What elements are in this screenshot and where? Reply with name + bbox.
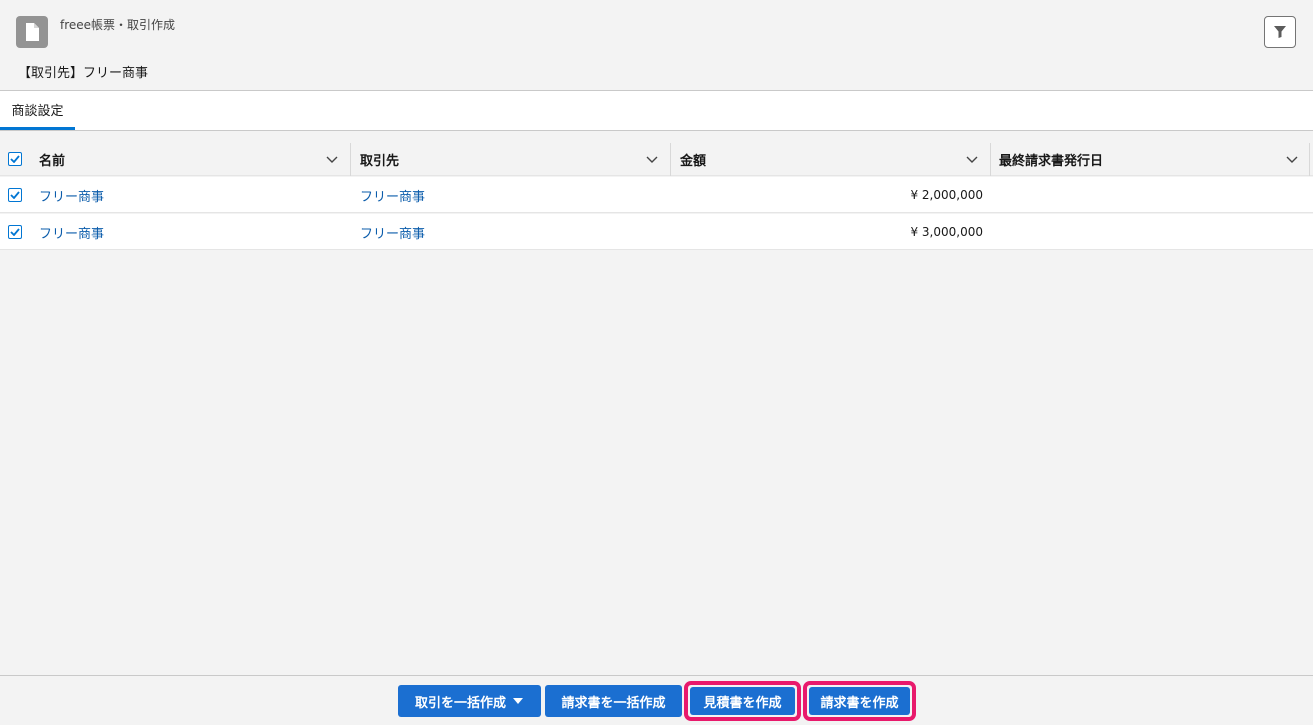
deal-name-link[interactable]: フリー商事 bbox=[39, 214, 104, 250]
account-link[interactable]: フリー商事 bbox=[360, 214, 425, 250]
deal-name-link[interactable]: フリー商事 bbox=[39, 177, 104, 213]
account-link[interactable]: フリー商事 bbox=[360, 177, 425, 213]
button-label: 請求書を作成 bbox=[820, 695, 899, 711]
document-icon bbox=[16, 16, 48, 48]
column-header-label: 最終請求書発行日 bbox=[999, 154, 1104, 169]
record-name: 【取引先】フリー商事 bbox=[18, 66, 149, 81]
checkmark-icon bbox=[10, 155, 20, 163]
filter-button[interactable] bbox=[1264, 16, 1296, 48]
filter-icon bbox=[1274, 26, 1286, 38]
column-divider[interactable] bbox=[670, 143, 671, 176]
table-row[interactable]: フリー商事 フリー商事 ¥ 2,000,000 bbox=[0, 177, 1313, 213]
checkmark-icon bbox=[10, 191, 20, 199]
button-label: 見積書を作成 bbox=[703, 695, 782, 711]
app-title: freee帳票・取引作成 bbox=[60, 18, 176, 32]
bulk-create-deal-button[interactable]: 取引を一括作成 bbox=[398, 685, 541, 717]
button-label: 取引を一括作成 bbox=[414, 695, 506, 711]
bulk-create-invoice-button[interactable]: 請求書を一括作成 bbox=[545, 685, 682, 717]
page-header: freee帳票・取引作成 【取引先】フリー商事 bbox=[0, 0, 1313, 91]
button-label: 請求書を一括作成 bbox=[561, 695, 666, 711]
column-header-account[interactable]: 取引先 bbox=[360, 143, 670, 176]
tab-deal-settings[interactable]: 商談設定 bbox=[0, 91, 75, 130]
column-divider[interactable] bbox=[1309, 143, 1310, 176]
chevron-down-icon[interactable] bbox=[1286, 153, 1298, 165]
row-checkbox[interactable] bbox=[8, 225, 22, 239]
column-divider[interactable] bbox=[990, 143, 991, 176]
table-header: 名前 取引先 金額 最終請求書発行日 bbox=[0, 143, 1313, 176]
tab-bar: 商談設定 bbox=[0, 91, 1313, 131]
column-header-label: 金額 bbox=[680, 154, 707, 169]
row-checkbox[interactable] bbox=[8, 188, 22, 202]
deal-table: 名前 取引先 金額 最終請求書発行日 フリー商事 フリー商事 ¥ 2,000,0… bbox=[0, 131, 1313, 675]
amount-cell: ¥ 2,000,000 bbox=[910, 188, 983, 202]
column-header-label: 名前 bbox=[39, 154, 66, 169]
chevron-down-icon[interactable] bbox=[646, 153, 658, 165]
column-header-name[interactable]: 名前 bbox=[39, 143, 350, 176]
checkmark-icon bbox=[10, 228, 20, 236]
caret-down-icon bbox=[513, 698, 523, 704]
column-divider[interactable] bbox=[350, 143, 351, 176]
column-header-label: 取引先 bbox=[360, 154, 400, 169]
column-header-last-invoice-date[interactable]: 最終請求書発行日 bbox=[999, 143, 1310, 176]
amount-cell: ¥ 3,000,000 bbox=[910, 225, 983, 239]
action-footer: 取引を一括作成 請求書を一括作成 見積書を作成 請求書を作成 bbox=[0, 675, 1313, 725]
chevron-down-icon[interactable] bbox=[966, 153, 978, 165]
create-invoice-button[interactable]: 請求書を作成 bbox=[809, 687, 910, 715]
create-quote-button[interactable]: 見積書を作成 bbox=[690, 687, 795, 715]
chevron-down-icon[interactable] bbox=[326, 153, 338, 165]
select-all-checkbox[interactable] bbox=[8, 152, 22, 166]
table-row[interactable]: フリー商事 フリー商事 ¥ 3,000,000 bbox=[0, 214, 1313, 250]
column-header-amount[interactable]: 金額 bbox=[680, 143, 990, 176]
